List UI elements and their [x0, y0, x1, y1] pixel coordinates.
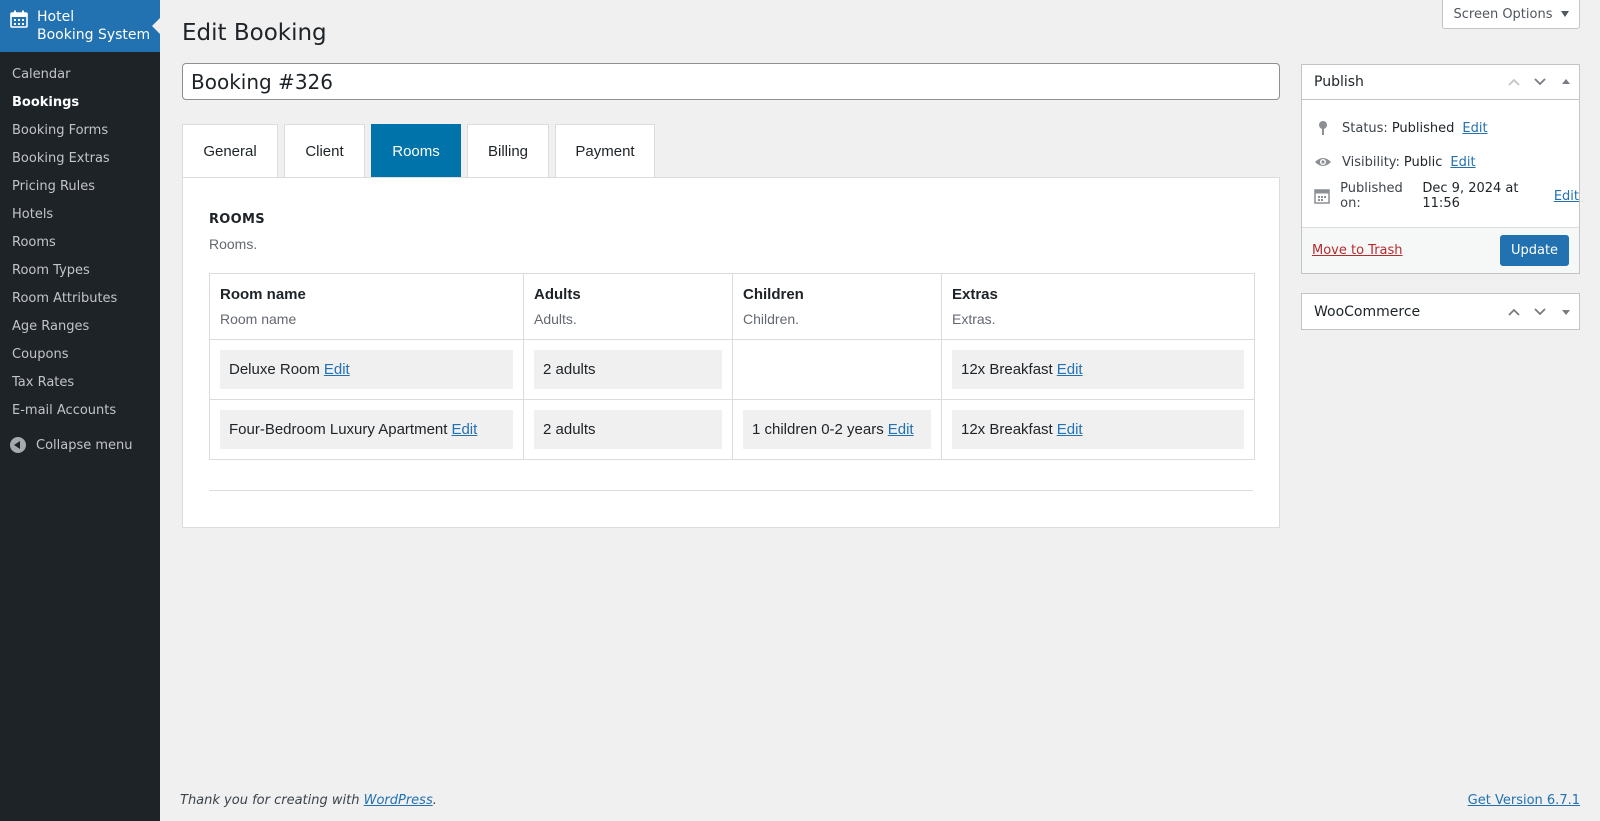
publish-actions: Move to Trash Update [1302, 227, 1579, 273]
tab-client[interactable]: Client [284, 124, 365, 177]
room-name-cell: Four-Bedroom Luxury Apartment Edit [220, 410, 513, 449]
sidebar-item-room-types[interactable]: Room Types [0, 257, 160, 285]
sidebar-menu: Calendar Bookings Booking Forms Booking … [0, 52, 160, 425]
pin-icon [1314, 119, 1332, 137]
sidebar-item-bookings[interactable]: Bookings [0, 89, 160, 117]
children-cell: 1 children 0-2 years Edit [743, 410, 931, 449]
tab-rooms[interactable]: Rooms [371, 124, 461, 177]
move-to-trash-link[interactable]: Move to Trash [1312, 243, 1403, 258]
sidebar-brand-title: Hotel Booking System [37, 9, 151, 43]
visibility-row: Visibility: Public Edit [1302, 145, 1579, 179]
move-down-icon[interactable] [1527, 294, 1553, 329]
room-name-cell: Deluxe Room Edit [220, 350, 513, 389]
rooms-panel: ROOMS Rooms. Room name Room name Adults Ad… [182, 177, 1280, 528]
divider [209, 490, 1253, 491]
column-header-extras: Extras Extras. [941, 273, 1255, 340]
page-title: Edit Booking [182, 20, 327, 46]
sidebar-item-rooms[interactable]: Rooms [0, 229, 160, 257]
collapse-menu-button[interactable]: Collapse menu [0, 431, 160, 459]
publish-box: Publish Status: Published Edit Visibility:… [1301, 64, 1580, 274]
toggle-panel-icon[interactable] [1553, 294, 1579, 329]
sidebar-item-coupons[interactable]: Coupons [0, 341, 160, 369]
publish-box-header: Publish [1302, 65, 1579, 100]
edit-room-link[interactable]: Edit [451, 421, 477, 438]
rooms-table: Room name Room name Adults Adults. Childre… [209, 273, 1255, 460]
calendar-icon [10, 10, 28, 28]
published-on-row: Published on: Dec 9, 2024 at 11:56 Edit [1302, 179, 1579, 213]
edit-room-link[interactable]: Edit [324, 361, 350, 378]
caret-down-icon [1560, 11, 1569, 17]
edit-extras-link[interactable]: Edit [1057, 361, 1083, 378]
table-header-row: Room name Room name Adults Adults. Childre… [209, 273, 1255, 340]
sidebar-item-email-accounts[interactable]: E-mail Accounts [0, 397, 160, 425]
edit-status-link[interactable]: Edit [1462, 121, 1487, 136]
woocommerce-box-header: WooCommerce [1302, 294, 1579, 329]
calendar-small-icon [1314, 187, 1330, 205]
edit-children-link[interactable]: Edit [888, 421, 914, 438]
column-header-children: Children Children. [732, 273, 942, 340]
column-header-room-name: Room name Room name [209, 273, 524, 340]
children-cell-empty [732, 339, 942, 400]
move-up-icon[interactable] [1501, 294, 1527, 329]
update-button[interactable]: Update [1500, 235, 1569, 266]
move-up-icon[interactable] [1501, 65, 1527, 100]
publish-box-title: Publish [1314, 74, 1364, 90]
screen-options-button[interactable]: Screen Options [1442, 0, 1580, 29]
tab-payment[interactable]: Payment [555, 124, 655, 177]
extras-cell: 12x Breakfast Edit [952, 410, 1244, 449]
sidebar-item-room-attributes[interactable]: Room Attributes [0, 285, 160, 313]
edit-extras-link[interactable]: Edit [1057, 421, 1083, 438]
eye-icon [1314, 153, 1332, 171]
table-row: Four-Bedroom Luxury Apartment Edit 2 adul… [209, 399, 1255, 460]
adults-cell: 2 adults [534, 350, 722, 389]
collapse-arrow-icon [10, 437, 26, 453]
adults-cell: 2 adults [534, 410, 722, 449]
get-version-link[interactable]: Get Version 6.7.1 [1468, 793, 1580, 808]
tab-general[interactable]: General [182, 124, 278, 177]
rooms-heading: ROOMS [209, 212, 265, 227]
sidebar-item-pricing-rules[interactable]: Pricing Rules [0, 173, 160, 201]
column-header-adults: Adults Adults. [523, 273, 733, 340]
edit-date-link[interactable]: Edit [1554, 189, 1579, 204]
sidebar-item-hotels[interactable]: Hotels [0, 201, 160, 229]
edit-visibility-link[interactable]: Edit [1450, 155, 1475, 170]
table-row: Deluxe Room Edit 2 adults 12x Breakfast Ed… [209, 339, 1255, 400]
sidebar-item-tax-rates[interactable]: Tax Rates [0, 369, 160, 397]
wordpress-link[interactable]: WordPress [364, 793, 433, 808]
footer-thanks: Thank you for creating with WordPress. [180, 793, 437, 808]
tab-billing[interactable]: Billing [467, 124, 549, 177]
current-menu-arrow [152, 18, 160, 34]
status-row: Status: Published Edit [1302, 111, 1579, 145]
sidebar-brand[interactable]: Hotel Booking System [0, 0, 160, 52]
sidebar-item-booking-forms[interactable]: Booking Forms [0, 117, 160, 145]
extras-cell: 12x Breakfast Edit [952, 350, 1244, 389]
booking-title-input[interactable] [182, 63, 1280, 100]
move-down-icon[interactable] [1527, 65, 1553, 100]
woocommerce-box-title: WooCommerce [1314, 303, 1421, 320]
woocommerce-box: WooCommerce [1301, 293, 1580, 330]
toggle-panel-icon[interactable] [1553, 65, 1579, 100]
rooms-description: Rooms. [209, 236, 258, 252]
sidebar-item-booking-extras[interactable]: Booking Extras [0, 145, 160, 173]
admin-sidebar: Hotel Booking System Calendar Bookings B… [0, 0, 160, 821]
booking-tabs: General Client Rooms Billing Payment [182, 124, 661, 177]
sidebar-item-age-ranges[interactable]: Age Ranges [0, 313, 160, 341]
sidebar-item-calendar[interactable]: Calendar [0, 61, 160, 89]
